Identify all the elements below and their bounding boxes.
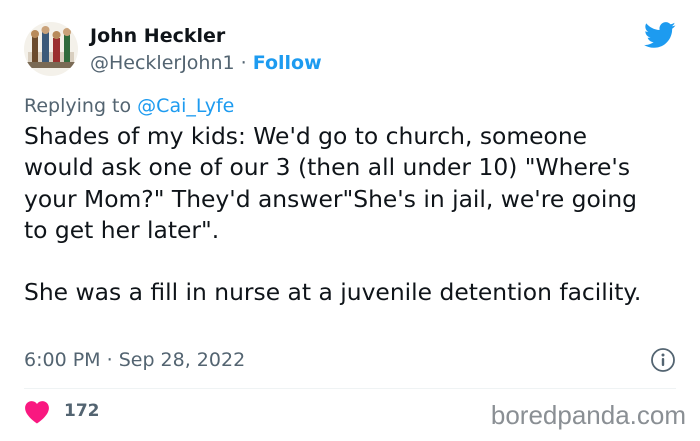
author-handle-row: @HecklerJohn1 · Follow <box>90 50 322 76</box>
follow-button[interactable]: Follow <box>253 52 322 74</box>
heart-icon[interactable] <box>24 400 50 424</box>
avatar-image <box>24 22 78 76</box>
divider <box>24 388 676 389</box>
author-handle[interactable]: @HecklerJohn1 <box>90 52 235 74</box>
replying-to: Replying to @Cai_Lyfe <box>24 94 234 118</box>
tweet-paragraph: She was a fill in nurse at a juvenile de… <box>24 278 642 307</box>
author-names: John Heckler @HecklerJohn1 · Follow <box>90 24 322 76</box>
tweet-text: Shades of my kids: We'd go to church, so… <box>24 121 664 308</box>
author-display-name[interactable]: John Heckler <box>90 24 322 48</box>
tweet-date: Sep 28, 2022 <box>118 349 246 371</box>
replying-to-label: Replying to <box>24 95 132 117</box>
tweet-time: 6:00 PM <box>24 349 101 371</box>
tweet-paragraph: Shades of my kids: We'd go to church, so… <box>24 122 637 244</box>
info-icon[interactable] <box>650 347 676 373</box>
avatar[interactable] <box>24 22 78 76</box>
timestamp-separator: · <box>106 349 113 371</box>
handle-separator: · <box>240 52 247 74</box>
reply-mention-link[interactable]: @Cai_Lyfe <box>137 95 234 117</box>
twitter-bird-icon[interactable] <box>644 22 676 49</box>
tweet-timestamp[interactable]: 6:00 PM · Sep 28, 2022 <box>24 348 245 372</box>
tweet-header: John Heckler @HecklerJohn1 · Follow <box>24 22 676 76</box>
like-count[interactable]: 172 <box>64 399 100 423</box>
watermark: boredpanda.com <box>490 400 686 430</box>
